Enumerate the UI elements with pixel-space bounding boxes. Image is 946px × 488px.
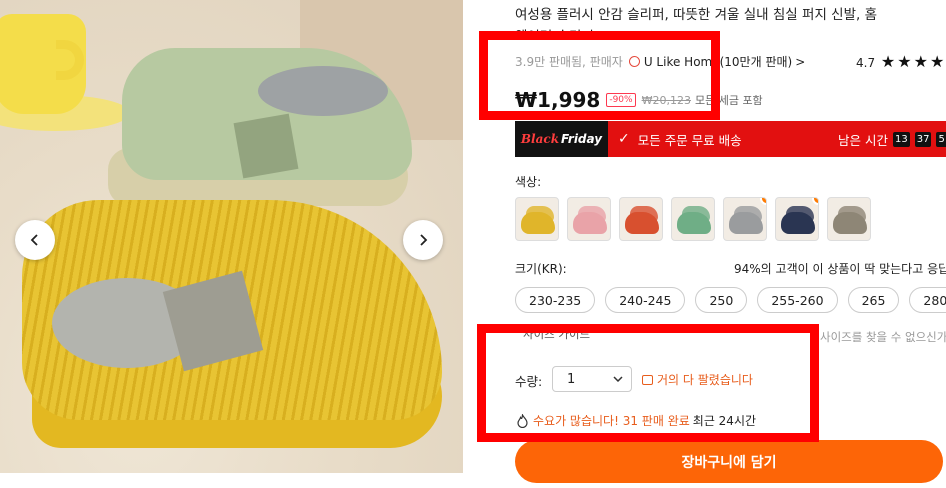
free-shipping-text: 모든 주문 무료 배송 [637,132,742,148]
size-label: 크기(KR): [515,262,567,276]
add-to-cart-button[interactable]: 장바구니에 담기 [515,440,943,483]
size-chip[interactable]: 230-235 [515,287,596,313]
check-icon: ✓ [618,131,630,147]
product-image [0,0,463,473]
hot-badge-icon [812,198,818,205]
next-image-button[interactable] [403,220,443,260]
chevron-left-icon [30,234,38,246]
size-chip[interactable]: 250 [695,287,748,313]
previous-image-button[interactable] [15,220,55,260]
chevron-right-icon [420,234,428,246]
size-chip[interactable]: 280-285 [909,287,946,313]
color-swatches [515,197,871,243]
color-label: 색상: [515,175,542,189]
size-fit-note: 94%의 고객이 이 상품이 딱 맞는다고 응답 [734,262,946,276]
countdown-minutes: 37 [914,131,932,147]
swatch-pink[interactable] [567,197,611,241]
size-chip[interactable]: 240-245 [605,287,686,313]
hot-badge-icon [760,198,766,205]
green-slipper [108,48,418,208]
size-not-found-hint[interactable]: 사이즈를 찾을 수 없으신가요? [820,329,946,345]
countdown-seconds: 51 [936,131,946,147]
seller-sales: (10만개 판매) [719,55,793,69]
highlight-box [477,324,819,442]
size-options: 230-235 240-245 250 255-260 265 280-285 [515,287,946,313]
swatch-orange-red[interactable] [619,197,663,241]
swatch-khaki[interactable] [827,197,871,241]
rating-value: 4.7 [856,56,876,70]
product-title-line1: 여성용 플러시 안감 슬리퍼, 따뜻한 겨울 실내 침실 퍼지 신발, 홈 [515,7,877,23]
swatch-navy[interactable] [775,197,819,241]
star-icon: ★★★★ [880,52,946,71]
swatch-grey[interactable] [723,197,767,241]
badge-word-1: Black [520,132,560,146]
swatch-yellow[interactable] [515,197,559,241]
countdown-timer: 남은 시간 13 37 51 [838,121,946,157]
swatch-green[interactable] [671,197,715,241]
rating[interactable]: 4.7 ★★★★ [856,52,946,71]
black-friday-badge: Black Friday [515,121,608,157]
highlight-box [479,31,720,120]
chevron-right-icon: > [795,55,806,69]
yellow-slipper [22,200,452,460]
size-chip[interactable]: 255-260 [757,287,838,313]
badge-word-2: Friday [561,132,603,146]
promo-banner: Black Friday ✓ 모든 주문 무료 배송 남은 시간 13 37 5… [515,121,946,157]
countdown-label: 남은 시간 [838,132,888,148]
size-chip[interactable]: 265 [847,287,900,313]
countdown-hours: 13 [892,131,910,147]
